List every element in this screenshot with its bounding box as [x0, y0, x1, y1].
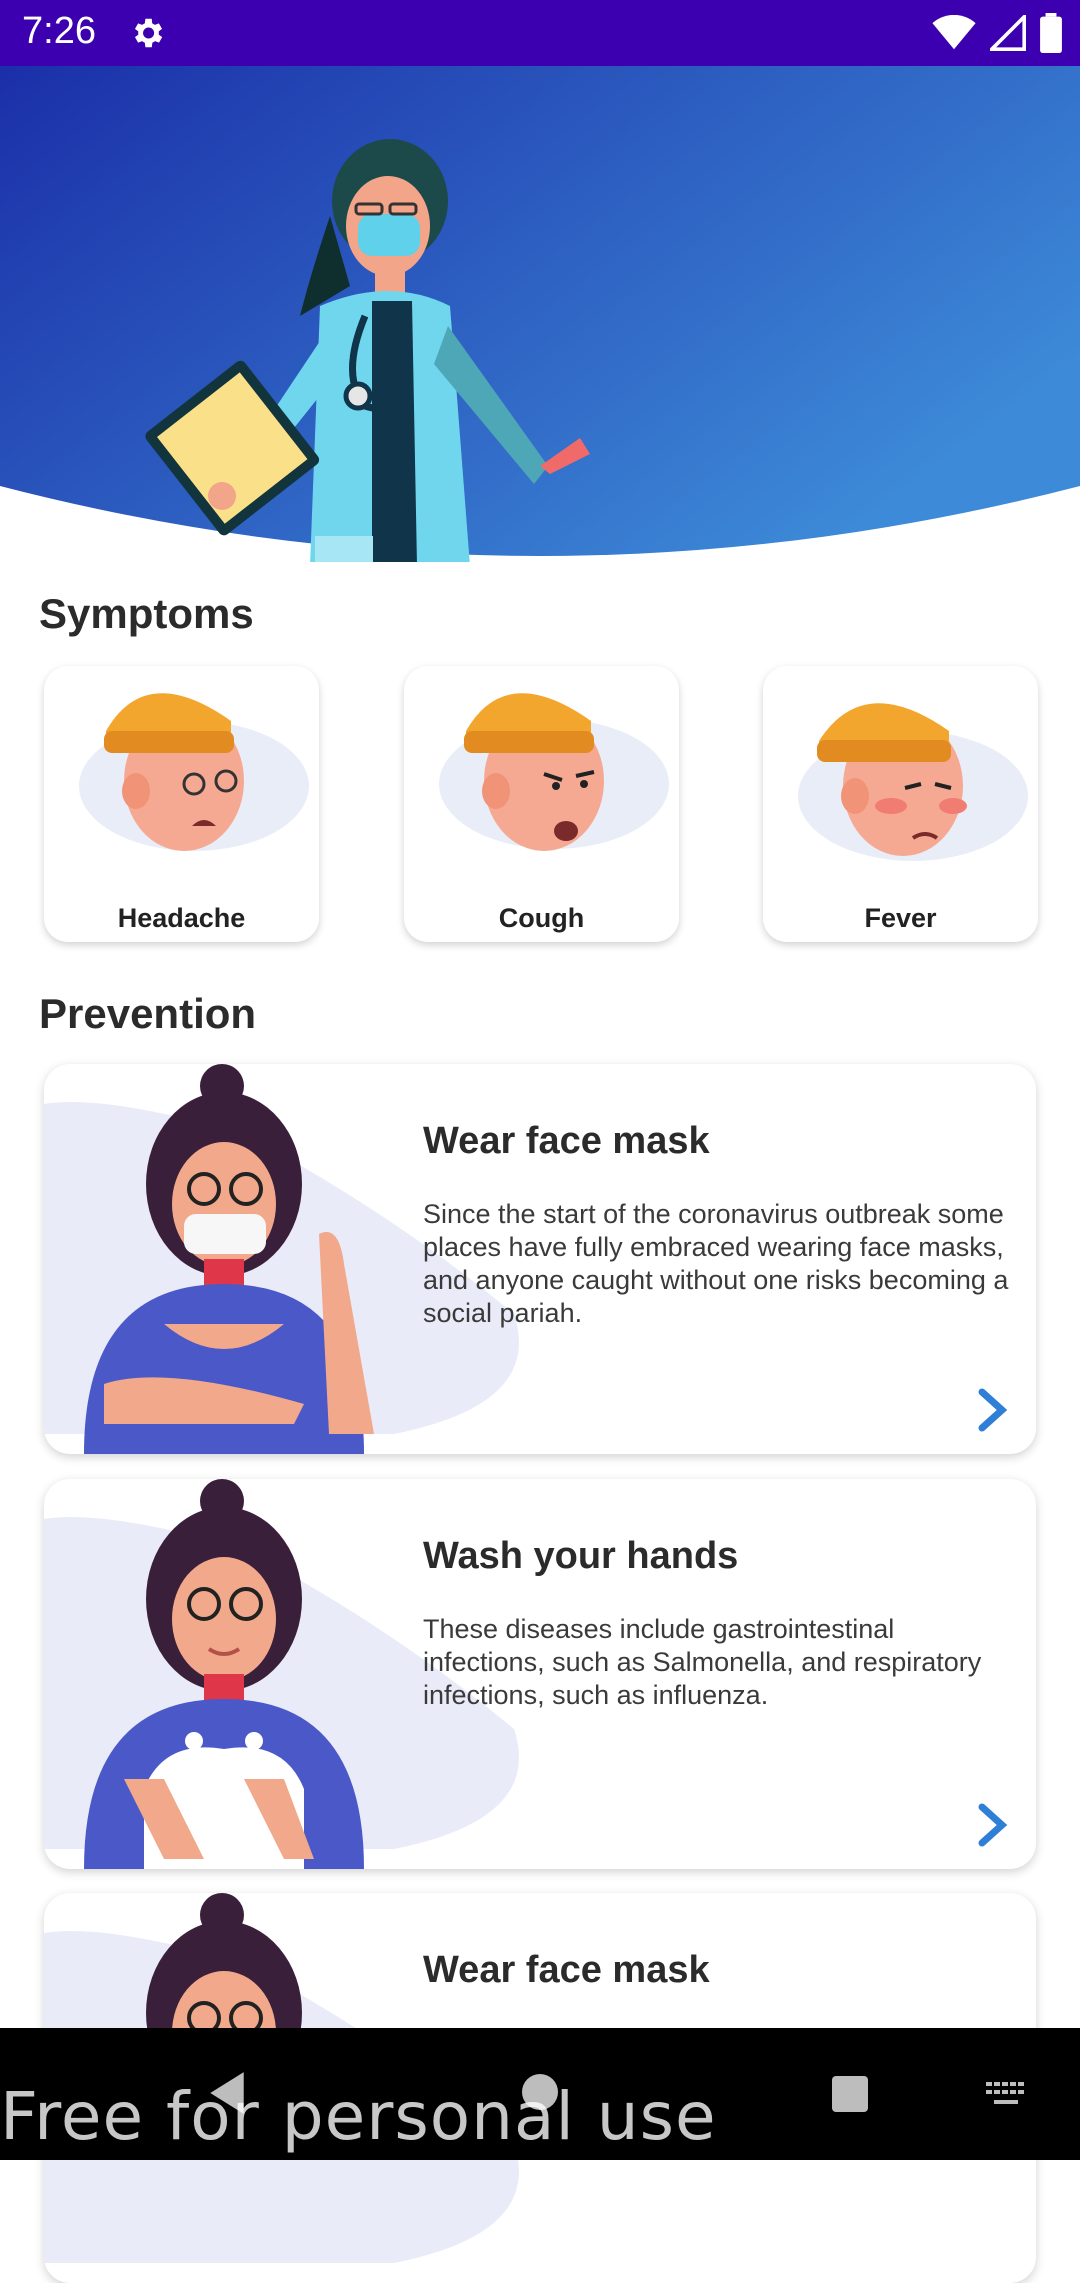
prevention-title: Prevention	[39, 990, 257, 1037]
prevention-card-text: These diseases include gastrointestinal …	[423, 1614, 982, 1710]
wifi-icon	[932, 15, 976, 50]
watermark-text: Free for personal use	[0, 2078, 717, 2155]
symptom-label: Cough	[498, 903, 585, 933]
status-time: 7:26	[22, 10, 96, 52]
coughing-face-illustration	[439, 693, 669, 851]
symptom-card-cough[interactable]: Cough	[404, 666, 679, 942]
doctor-illustration	[0, 66, 1080, 562]
prevention-card-text: Since the start of the coronavirus outbr…	[423, 1199, 1009, 1328]
symptom-card-fever[interactable]: Fever	[763, 666, 1038, 942]
signal-icon	[990, 15, 1026, 51]
feverish-face-illustration	[798, 703, 1028, 861]
chevron-right-icon[interactable]	[972, 1388, 1012, 1432]
keyboard-icon[interactable]	[984, 2080, 1028, 2110]
battery-icon	[1040, 13, 1062, 53]
dizzy-face-illustration	[79, 693, 309, 851]
prevention-card-title: Wear face mask	[423, 1949, 710, 1991]
settings-gear-icon	[134, 18, 163, 48]
symptoms-title: Symptoms	[39, 590, 254, 637]
recents-icon[interactable]	[830, 2074, 870, 2114]
status-bar: 7:26	[0, 0, 1080, 66]
header-banner	[0, 66, 1080, 562]
symptom-label: Headache	[117, 903, 246, 933]
symptom-label: Fever	[864, 903, 937, 933]
prevention-card-wash-hands[interactable]: Wash your hands These diseases include g…	[44, 1479, 1036, 1869]
prevention-card-wear-mask[interactable]: Wear face mask Since the start of the co…	[44, 1064, 1036, 1454]
symptom-card-headache[interactable]: Headache	[44, 666, 319, 942]
prevention-card-title: Wear face mask	[423, 1120, 710, 1162]
prevention-card-title: Wash your hands	[423, 1535, 739, 1577]
chevron-right-icon[interactable]	[972, 1803, 1012, 1847]
